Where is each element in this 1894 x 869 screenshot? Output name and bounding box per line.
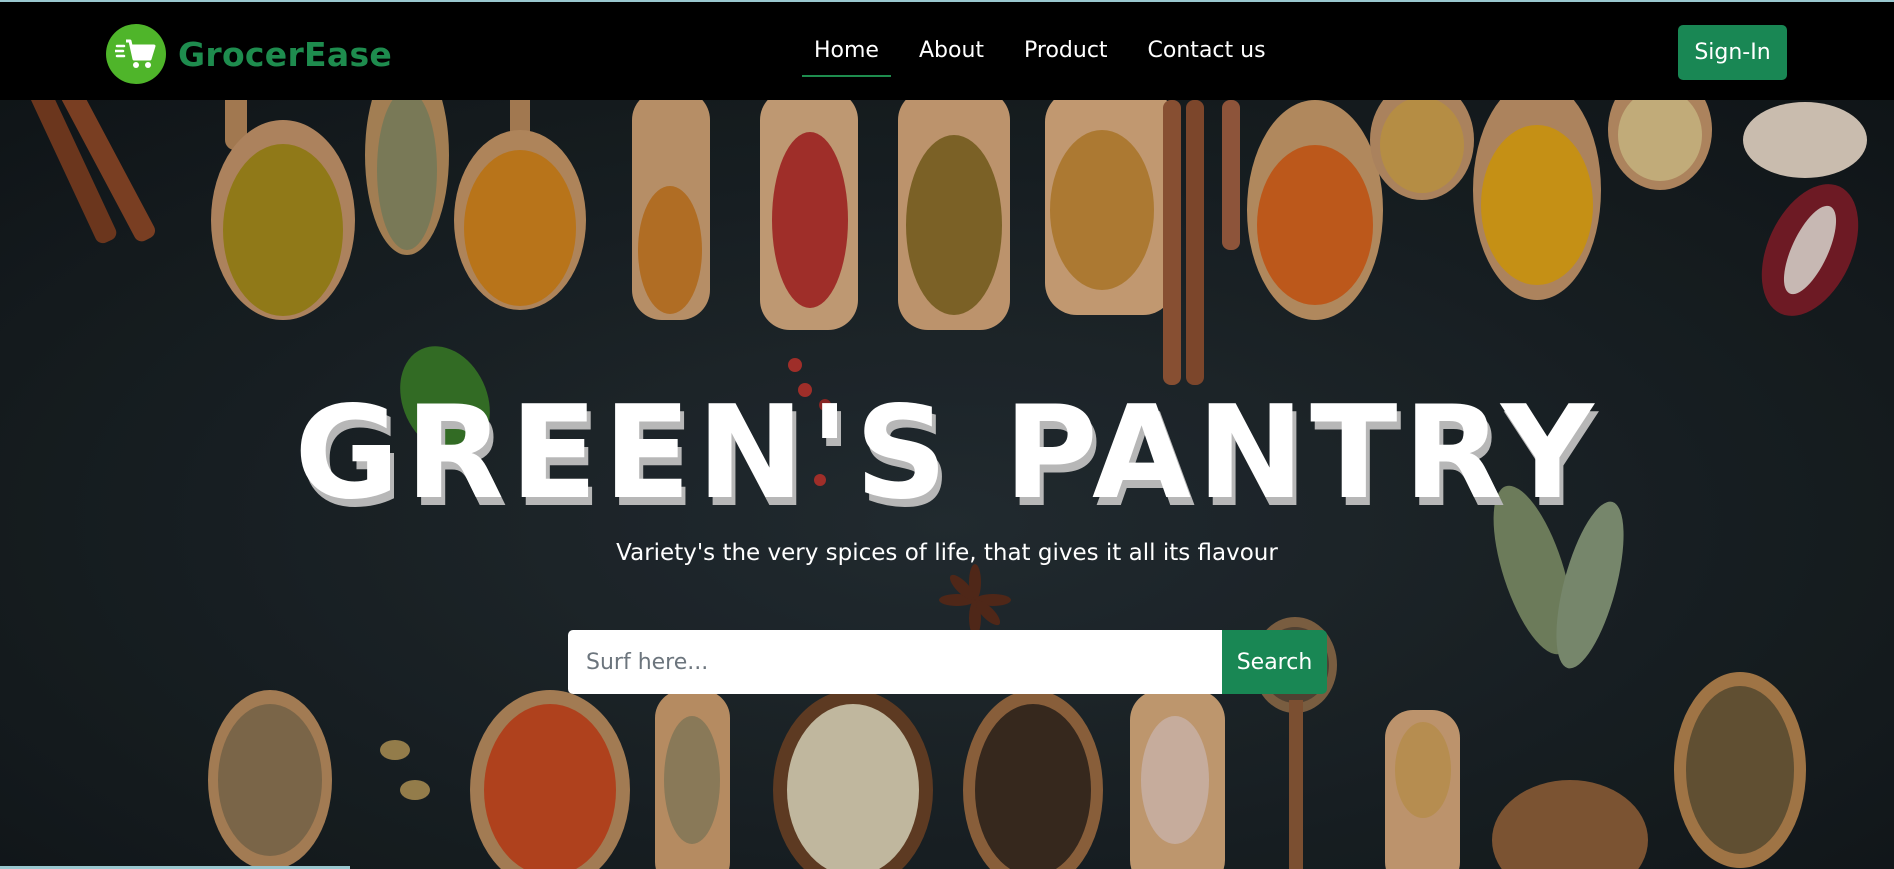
- hero-subtitle: Variety's the very spices of life, that …: [616, 540, 1278, 566]
- hero-title: GREEN'S PANTRY: [294, 379, 1600, 528]
- brand[interactable]: GrocerEase: [106, 24, 392, 84]
- nav-item-contact[interactable]: Contact us: [1136, 30, 1278, 77]
- search-input[interactable]: [568, 630, 1222, 694]
- nav-item-home[interactable]: Home: [802, 30, 891, 77]
- navbar: GrocerEase Home About Product Contact us…: [0, 2, 1894, 100]
- main-nav: Home About Product Contact us: [802, 30, 1294, 77]
- search-button[interactable]: Search: [1222, 630, 1327, 694]
- sign-in-button[interactable]: Sign-In: [1678, 25, 1787, 80]
- shopping-cart-icon: [106, 24, 166, 84]
- search-form: Search: [568, 630, 1327, 694]
- nav-item-about[interactable]: About: [907, 30, 996, 77]
- brand-name: GrocerEase: [178, 34, 393, 74]
- nav-item-product[interactable]: Product: [1012, 30, 1120, 77]
- hero-section: GREEN'S PANTRY Variety's the very spices…: [0, 100, 1894, 869]
